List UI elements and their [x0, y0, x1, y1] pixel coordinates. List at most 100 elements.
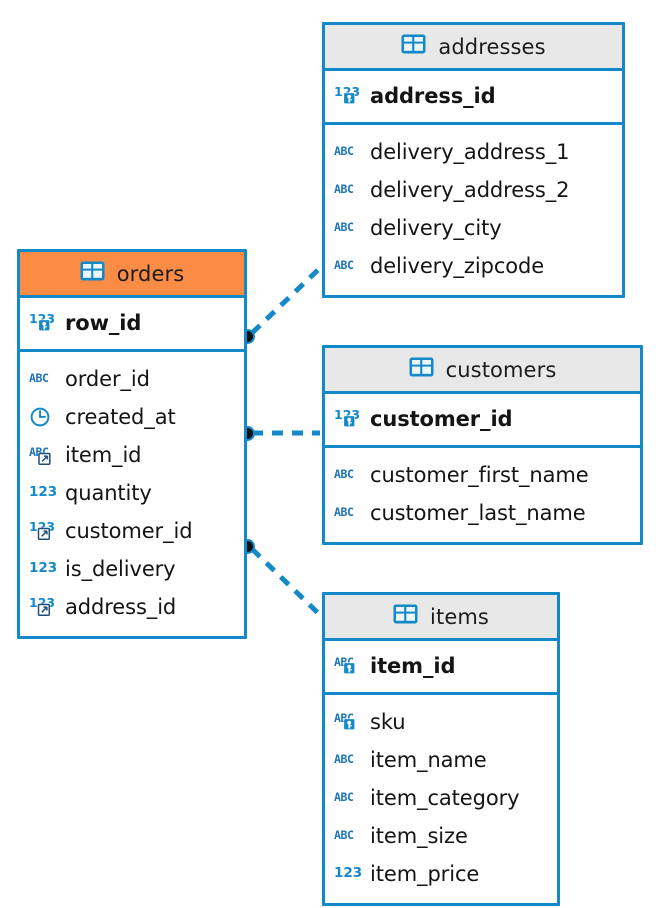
primary-key-section-orders: 123 row_id — [20, 298, 244, 352]
svg-text:ABC: ABC — [334, 220, 354, 234]
svg-text:ABC: ABC — [334, 790, 354, 804]
column-row-item-price[interactable]: 123 item_price — [325, 855, 557, 893]
column-name-created-at: created_at — [65, 405, 176, 429]
table-name-orders: orders — [116, 261, 185, 286]
relationship-line-orders-items — [250, 547, 322, 617]
column-row-customer-id-pk[interactable]: 123 customer_id — [325, 400, 640, 438]
table-header-items[interactable]: items — [325, 595, 557, 641]
column-name-quantity: quantity — [65, 481, 152, 505]
columns-section-customers: ABC customer_first_name ABC customer_las… — [325, 448, 640, 542]
123-number-type-icon: 123 — [29, 556, 57, 582]
column-row-item-name[interactable]: ABC item_name — [325, 741, 557, 779]
foreign-key-arrow-icon: 123 — [29, 594, 57, 620]
column-row-item-category[interactable]: ABC item_category — [325, 779, 557, 817]
column-name-sku: sku — [370, 710, 406, 734]
column-row-is-delivery[interactable]: 123 is_delivery — [20, 550, 244, 588]
column-row-delivery-zipcode[interactable]: ABC delivery_zipcode — [325, 247, 622, 285]
svg-text:ABC: ABC — [334, 505, 354, 519]
column-row-delivery-address-2[interactable]: ABC delivery_address_2 — [325, 171, 622, 209]
abc-text-type-icon: ABC — [334, 139, 362, 165]
relationship-line-orders-addresses — [250, 266, 322, 335]
table-items[interactable]: items ABC item_id ABC sku ABC item_name … — [322, 592, 560, 906]
foreign-key-arrow-icon: ABC — [29, 442, 57, 468]
svg-text:ABC: ABC — [334, 144, 354, 158]
column-name-is-delivery: is_delivery — [65, 557, 176, 581]
table-name-items: items — [430, 604, 489, 629]
table-name-customers: customers — [445, 357, 557, 382]
abc-text-type-icon: ABC — [334, 253, 362, 279]
column-name-customer-first-name: customer_first_name — [370, 463, 589, 487]
column-name-address-id-fk: address_id — [65, 595, 177, 619]
table-header-customers[interactable]: customers — [325, 348, 640, 394]
column-name-customer-id: customer_id — [65, 519, 193, 543]
column-row-order-id[interactable]: ABC order_id — [20, 360, 244, 398]
column-row-sku[interactable]: ABC sku — [325, 703, 557, 741]
123-number-type-icon: 123 — [334, 83, 362, 109]
column-name-order-id: order_id — [65, 367, 150, 391]
column-row-item-size[interactable]: ABC item_size — [325, 817, 557, 855]
table-orders[interactable]: orders 123 row_id ABC order_id created_a… — [17, 249, 247, 639]
column-row-address-id-fk[interactable]: 123 address_id — [20, 588, 244, 626]
column-row-customer-id[interactable]: 123 customer_id — [20, 512, 244, 550]
table-customers[interactable]: customers 123 customer_id ABC customer_f… — [322, 345, 643, 545]
svg-text:ABC: ABC — [29, 371, 49, 385]
columns-section-orders: ABC order_id created_at ABC item_id 123 … — [20, 352, 244, 636]
abc-text-type-icon: ABC — [334, 215, 362, 241]
column-name-item-id: item_id — [65, 443, 142, 467]
svg-text:ABC: ABC — [334, 467, 354, 481]
column-name-customer-last-name: customer_last_name — [370, 501, 586, 525]
column-row-item-id-pk[interactable]: ABC item_id — [325, 647, 557, 685]
column-name-customer-id-pk: customer_id — [370, 407, 513, 431]
column-row-row-id[interactable]: 123 row_id — [20, 304, 244, 342]
table-header-addresses[interactable]: addresses — [325, 25, 622, 71]
abc-text-type-icon: ABC — [334, 747, 362, 773]
column-row-customer-first-name[interactable]: ABC customer_first_name — [325, 456, 640, 494]
column-row-item-id[interactable]: ABC item_id — [20, 436, 244, 474]
table-header-orders[interactable]: orders — [20, 252, 244, 298]
column-name-address-id: address_id — [370, 84, 496, 108]
123-number-type-icon: 123 — [334, 406, 362, 432]
svg-text:ABC: ABC — [334, 752, 354, 766]
svg-text:ABC: ABC — [334, 182, 354, 196]
er-diagram-canvas: addresses 123 address_id ABC delivery_ad… — [0, 0, 666, 908]
table-addresses[interactable]: addresses 123 address_id ABC delivery_ad… — [322, 22, 625, 298]
table-grid-icon — [409, 357, 437, 383]
column-name-delivery-zipcode: delivery_zipcode — [370, 254, 545, 278]
abc-text-type-icon: ABC — [334, 785, 362, 811]
abc-text-type-icon: ABC — [334, 823, 362, 849]
svg-text:123: 123 — [334, 865, 362, 881]
abc-text-type-icon: ABC — [334, 462, 362, 488]
column-row-address-id[interactable]: 123 address_id — [325, 77, 622, 115]
svg-text:123: 123 — [29, 560, 57, 576]
columns-section-items: ABC sku ABC item_name ABC item_category … — [325, 695, 557, 903]
123-number-type-icon: 123 — [29, 480, 57, 506]
table-grid-icon — [401, 34, 429, 60]
column-name-row-id: row_id — [65, 311, 142, 335]
key-icon: ABC — [334, 653, 362, 679]
table-grid-icon — [393, 604, 421, 630]
column-row-delivery-city[interactable]: ABC delivery_city — [325, 209, 622, 247]
primary-key-section-items: ABC item_id — [325, 641, 557, 695]
column-row-quantity[interactable]: 123 quantity — [20, 474, 244, 512]
columns-section-addresses: ABC delivery_address_1 ABC delivery_addr… — [325, 125, 622, 295]
table-name-addresses: addresses — [438, 34, 546, 59]
abc-text-type-icon: ABC — [334, 500, 362, 526]
abc-text-type-icon: ABC — [334, 177, 362, 203]
column-name-delivery-address-1: delivery_address_1 — [370, 140, 570, 164]
column-name-item-id-pk: item_id — [370, 654, 456, 678]
column-name-item-category: item_category — [370, 786, 520, 810]
column-row-customer-last-name[interactable]: ABC customer_last_name — [325, 494, 640, 532]
column-row-created-at[interactable]: created_at — [20, 398, 244, 436]
primary-key-section-addresses: 123 address_id — [325, 71, 622, 125]
key-icon: ABC — [334, 709, 362, 735]
abc-text-type-icon: ABC — [29, 366, 57, 392]
clock-datetime-type-icon — [29, 404, 57, 430]
column-name-item-price: item_price — [370, 862, 480, 886]
svg-text:123: 123 — [29, 484, 57, 500]
123-number-type-icon: 123 — [334, 861, 362, 887]
svg-text:ABC: ABC — [334, 828, 354, 842]
column-row-delivery-address-1[interactable]: ABC delivery_address_1 — [325, 133, 622, 171]
123-number-type-icon: 123 — [29, 310, 57, 336]
foreign-key-arrow-icon: 123 — [29, 518, 57, 544]
column-name-item-size: item_size — [370, 824, 468, 848]
